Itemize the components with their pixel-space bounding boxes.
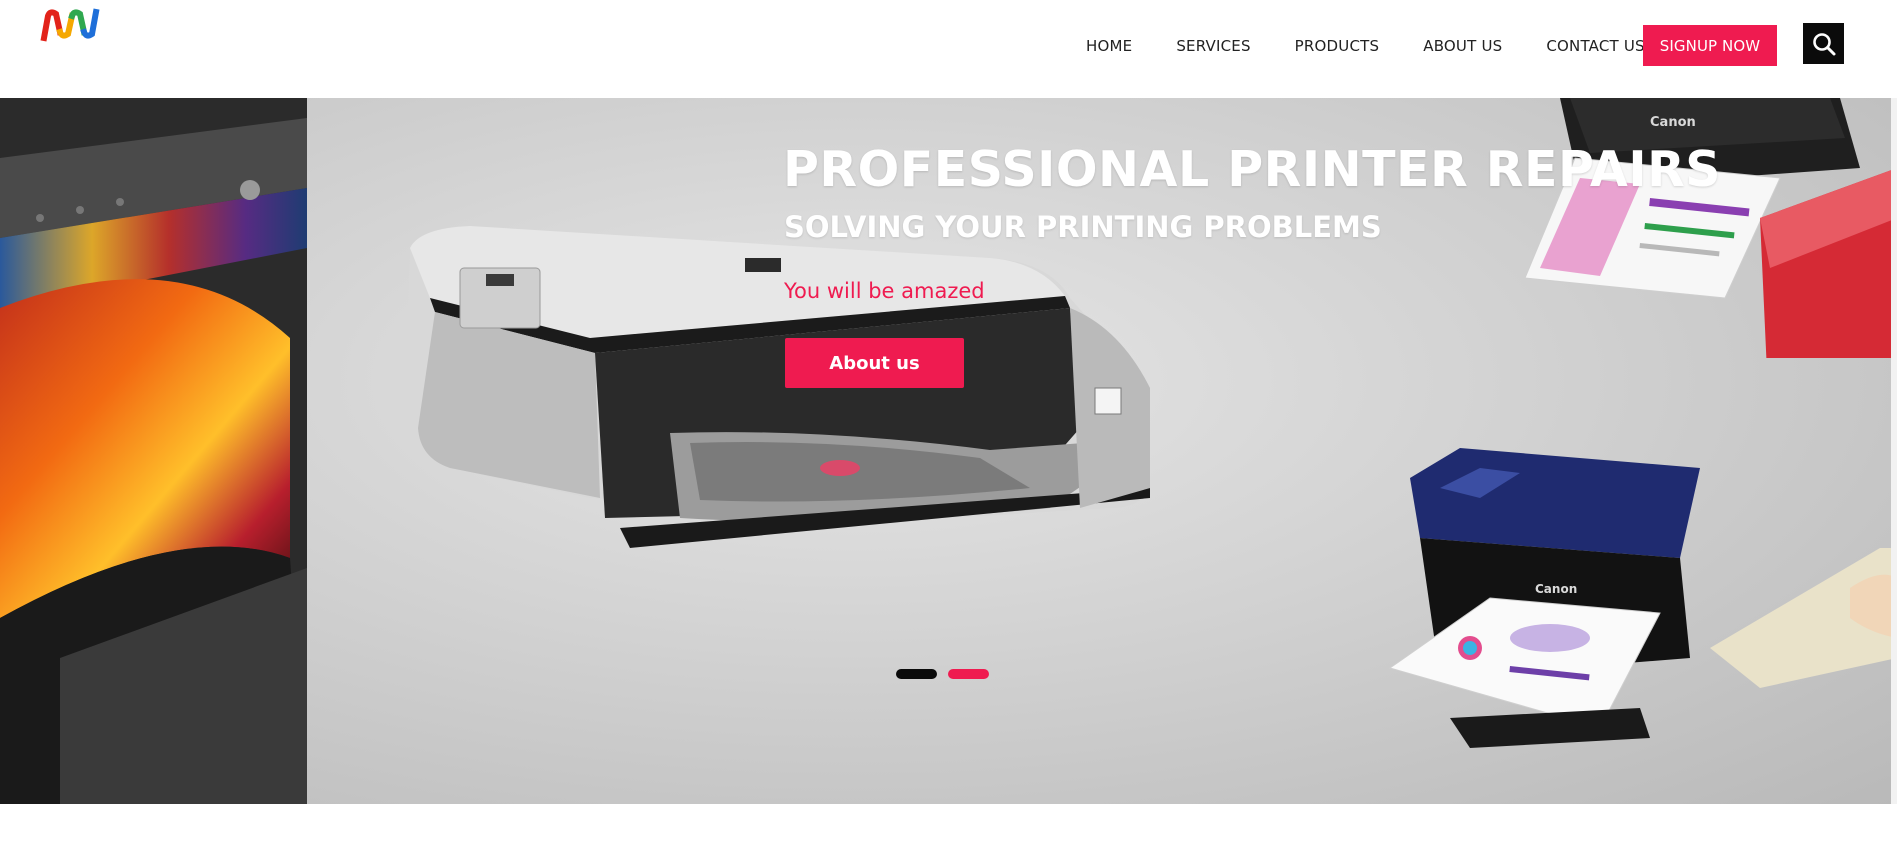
- search-icon: [1812, 32, 1835, 55]
- nav-contact-us[interactable]: CONTACT US: [1546, 37, 1644, 55]
- slider-pagination: [896, 669, 1000, 679]
- slide-dot-2[interactable]: [948, 669, 989, 679]
- large-format-printer-image: [0, 98, 307, 804]
- site-header: HOME SERVICES PRODUCTS ABOUT US CONTACT …: [0, 0, 1897, 98]
- canon-brand-label-2: Canon: [1535, 582, 1577, 596]
- signup-button[interactable]: SIGNUP NOW: [1643, 25, 1777, 66]
- nav-home[interactable]: HOME: [1086, 37, 1132, 55]
- canon-brand-label: Canon: [1650, 115, 1696, 130]
- hero-slider: Canon Canon PROFESSIONAL PRINTER REPAIRS…: [0, 98, 1897, 804]
- printer-blue-illustration: Canon: [1388, 448, 1897, 748]
- nav-about-us[interactable]: ABOUT US: [1423, 37, 1502, 55]
- main-nav: HOME SERVICES PRODUCTS ABOUT US CONTACT …: [1086, 28, 1689, 64]
- printer-top-right-illustration: Canon: [1524, 98, 1897, 358]
- hero-tagline: You will be amazed: [784, 279, 985, 303]
- brand-logo[interactable]: [40, 6, 100, 42]
- about-us-button[interactable]: About us: [785, 338, 964, 388]
- hero-right-edge: [1891, 98, 1897, 804]
- slide-dot-1[interactable]: [896, 669, 937, 679]
- printer-illustration: [405, 226, 1150, 548]
- search-button[interactable]: [1803, 23, 1844, 64]
- large-format-printer-illustration: [0, 98, 307, 804]
- nav-products[interactable]: PRODUCTS: [1295, 37, 1380, 55]
- nav-services[interactable]: SERVICES: [1176, 37, 1250, 55]
- hero-title: PROFESSIONAL PRINTER REPAIRS: [783, 140, 1722, 198]
- hero-subtitle: SOLVING YOUR PRINTING PROBLEMS: [784, 210, 1382, 245]
